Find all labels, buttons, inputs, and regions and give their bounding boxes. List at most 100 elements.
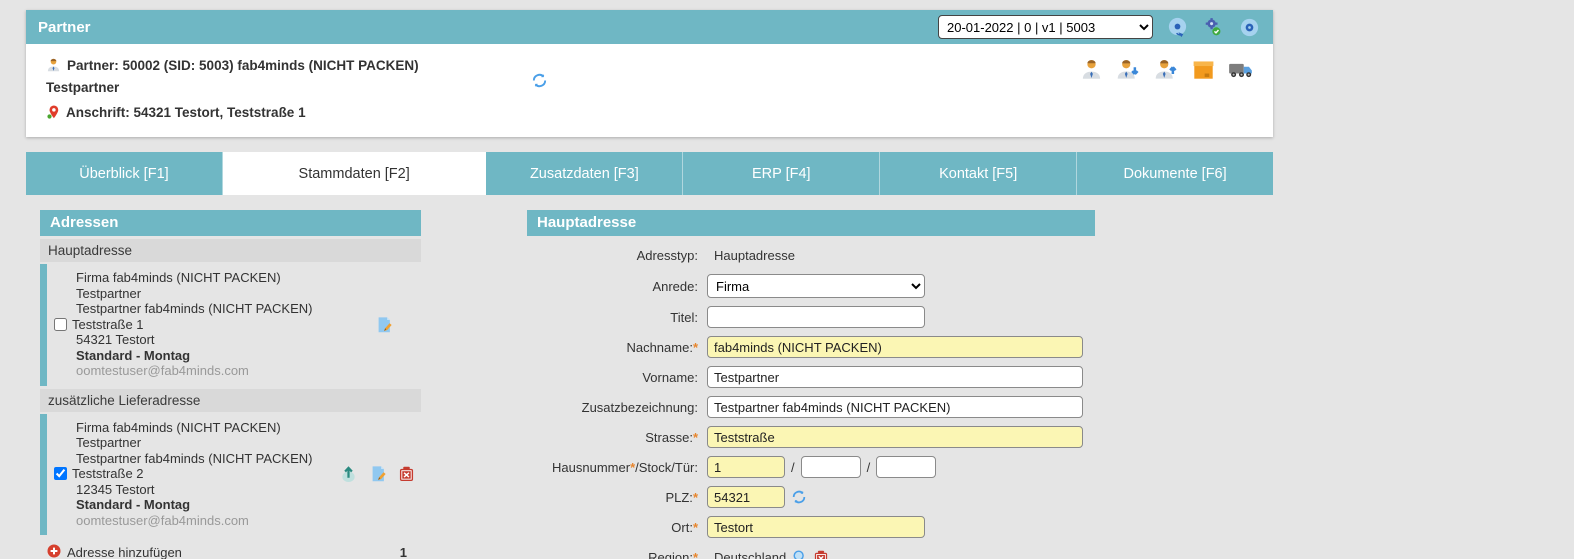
plz-label: PLZ: bbox=[665, 490, 692, 505]
vorname-field[interactable] bbox=[707, 366, 1083, 388]
form-row-hausnummer: Hausnummer*/Stock/Tür: / / bbox=[527, 456, 1095, 478]
partner-text: Partner: 50002 (SID: 5003) fab4minds (NI… bbox=[46, 58, 419, 95]
map-pin-icon bbox=[46, 104, 60, 123]
address-count: 1 bbox=[400, 545, 407, 559]
address-select-checkbox[interactable] bbox=[54, 467, 67, 480]
nachname-label: Nachname: bbox=[626, 340, 692, 355]
person-down-icon[interactable] bbox=[1116, 58, 1141, 81]
form-row-ort: Ort:* bbox=[527, 516, 1095, 538]
address-street: Teststraße 2 bbox=[72, 466, 144, 481]
tab-ueberblick[interactable]: Überblick [F1] bbox=[26, 152, 223, 195]
form-row-titel: Titel: bbox=[527, 306, 1095, 328]
refresh-icon[interactable] bbox=[531, 72, 548, 92]
addresses-panel: Adressen Hauptadresse Firma fab4minds (N… bbox=[40, 210, 421, 559]
partner-infobar: Partner: 50002 (SID: 5003) fab4minds (NI… bbox=[26, 44, 1273, 137]
vorname-label: Vorname: bbox=[527, 370, 707, 385]
anschrift-text: Anschrift: 54321 Testort, Teststraße 1 bbox=[66, 105, 306, 120]
person-icon[interactable] bbox=[1080, 58, 1103, 81]
plz-field[interactable] bbox=[707, 486, 785, 508]
delete-icon[interactable] bbox=[399, 466, 414, 482]
address-group-header: zusätzliche Lieferadresse bbox=[40, 389, 421, 412]
ort-label: Ort: bbox=[671, 520, 693, 535]
address-name: Testpartner bbox=[47, 435, 421, 450]
anrede-label: Anrede: bbox=[527, 279, 707, 294]
address-group-header: Hauptadresse bbox=[40, 239, 421, 262]
plz-refresh-icon[interactable] bbox=[791, 489, 807, 505]
adresstyp-value: Hauptadresse bbox=[707, 248, 795, 263]
page-title: Partner bbox=[38, 19, 91, 36]
address-city: 54321 Testort bbox=[47, 332, 421, 347]
partner-window: Partner 20-01-2022 | 0 | v1 | 5003 bbox=[0, 0, 1574, 559]
address-extra: Testpartner fab4minds (NICHT PACKEN) bbox=[47, 451, 421, 466]
address-email: oomtestuser@fab4minds.com bbox=[47, 513, 421, 528]
form-row-zusatzbezeichnung: Zusatzbezeichnung: bbox=[527, 396, 1095, 418]
titel-label: Titel: bbox=[527, 310, 707, 325]
address-footer: Adresse hinzufügen 1 bbox=[40, 544, 421, 559]
tab-zusatzdaten[interactable]: Zusatzdaten [F3] bbox=[486, 152, 683, 195]
titel-field[interactable] bbox=[707, 306, 925, 328]
region-value: Deutschland bbox=[707, 550, 786, 559]
package-icon[interactable] bbox=[1192, 58, 1215, 81]
upload-icon[interactable] bbox=[340, 465, 357, 483]
strasse-field[interactable] bbox=[707, 426, 1083, 448]
address-company: Firma fab4minds (NICHT PACKEN) bbox=[47, 270, 421, 285]
required-marker: * bbox=[693, 520, 698, 535]
anschrift-line: Anschrift: 54321 Testort, Teststraße 1 bbox=[46, 104, 1257, 123]
adresstyp-label: Adresstyp: bbox=[527, 248, 707, 263]
sync-icon[interactable] bbox=[1165, 15, 1189, 39]
required-marker: * bbox=[693, 490, 698, 505]
tab-bar: Überblick [F1] Stammdaten [F2] Zusatzdat… bbox=[26, 152, 1273, 195]
required-marker: * bbox=[693, 340, 698, 355]
nachname-field[interactable] bbox=[707, 336, 1083, 358]
form-row-plz: PLZ:* bbox=[527, 486, 1095, 508]
ort-field[interactable] bbox=[707, 516, 925, 538]
form-row-nachname: Nachname:* bbox=[527, 336, 1095, 358]
titlebar: Partner 20-01-2022 | 0 | v1 | 5003 bbox=[26, 10, 1273, 44]
address-select-checkbox[interactable] bbox=[54, 318, 67, 331]
form-row-strasse: Strasse:* bbox=[527, 426, 1095, 448]
stock-field[interactable] bbox=[801, 456, 861, 478]
zusatzbezeichnung-label: Zusatzbezeichnung: bbox=[527, 400, 707, 415]
anrede-select[interactable]: Firma bbox=[707, 274, 925, 298]
required-marker: * bbox=[693, 550, 698, 559]
hausnummer-label: Hausnummer bbox=[552, 460, 630, 475]
truck-icon[interactable] bbox=[1228, 58, 1255, 81]
address-schedule: Standard - Montag bbox=[47, 497, 421, 512]
edit-icon[interactable] bbox=[369, 465, 387, 483]
hauptadresse-panel-title: Hauptadresse bbox=[527, 210, 1095, 236]
addresses-panel-title: Adressen bbox=[40, 210, 421, 236]
tab-kontakt[interactable]: Kontakt [F5] bbox=[880, 152, 1077, 195]
address-item[interactable]: Firma fab4minds (NICHT PACKEN) Testpartn… bbox=[40, 264, 421, 386]
titlebar-controls: 20-01-2022 | 0 | v1 | 5003 bbox=[938, 15, 1261, 39]
tab-erp[interactable]: ERP [F4] bbox=[683, 152, 880, 195]
form-row-adresstyp: Adresstyp: Hauptadresse bbox=[527, 244, 1095, 266]
region-delete-icon[interactable] bbox=[814, 550, 828, 559]
zusatzbezeichnung-field[interactable] bbox=[707, 396, 1083, 418]
add-address-icon[interactable] bbox=[47, 544, 61, 559]
settings-check-icon[interactable] bbox=[1201, 15, 1225, 39]
hauptadresse-panel: Hauptadresse Adresstyp: Hauptadresse Anr… bbox=[527, 210, 1095, 559]
person-icon bbox=[46, 57, 61, 78]
address-item[interactable]: Firma fab4minds (NICHT PACKEN) Testpartn… bbox=[40, 414, 421, 536]
add-address-label[interactable]: Adresse hinzufügen bbox=[67, 545, 182, 559]
version-select[interactable]: 20-01-2022 | 0 | v1 | 5003 bbox=[938, 15, 1153, 39]
address-email: oomtestuser@fab4minds.com bbox=[47, 363, 421, 378]
person-up-icon[interactable] bbox=[1154, 58, 1179, 81]
address-name: Testpartner bbox=[47, 286, 421, 301]
tab-dokumente[interactable]: Dokumente [F6] bbox=[1077, 152, 1273, 195]
form-row-anrede: Anrede: Firma bbox=[527, 274, 1095, 298]
tab-stammdaten[interactable]: Stammdaten [F2] bbox=[223, 152, 487, 195]
address-company: Firma fab4minds (NICHT PACKEN) bbox=[47, 420, 421, 435]
form-row-vorname: Vorname: bbox=[527, 366, 1095, 388]
hausnummer-field[interactable] bbox=[707, 456, 785, 478]
hausnummer-label-suffix: /Stock/Tür: bbox=[635, 460, 698, 475]
tuer-field[interactable] bbox=[876, 456, 936, 478]
edit-icon[interactable] bbox=[375, 316, 393, 334]
address-schedule: Standard - Montag bbox=[47, 348, 421, 363]
strasse-label: Strasse: bbox=[645, 430, 693, 445]
region-search-icon[interactable] bbox=[792, 549, 808, 559]
address-extra: Testpartner fab4minds (NICHT PACKEN) bbox=[47, 301, 421, 316]
address-city: 12345 Testort bbox=[47, 482, 421, 497]
partner-summary: Partner: 50002 (SID: 5003) fab4minds (NI… bbox=[46, 56, 476, 97]
disc-icon[interactable] bbox=[1237, 15, 1261, 39]
